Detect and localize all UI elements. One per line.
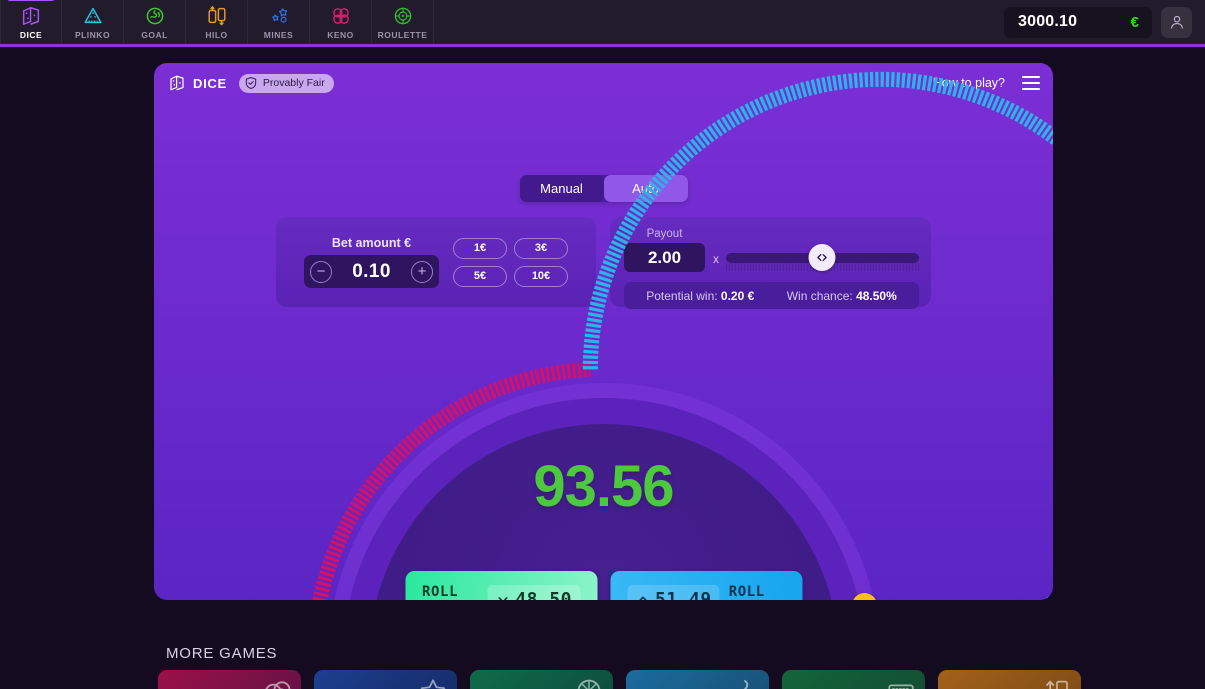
balance-area: 3000.10 € xyxy=(1004,0,1205,44)
goal-icon xyxy=(144,5,166,27)
wheel-icon xyxy=(574,676,604,689)
nav-item-keno[interactable]: KENO xyxy=(310,0,372,44)
keno-icon xyxy=(330,5,352,27)
more-game-card-chart[interactable] xyxy=(626,670,769,689)
upload-icon xyxy=(1042,676,1072,689)
dice-icon xyxy=(168,74,186,92)
provably-fair-badge[interactable]: Provably Fair xyxy=(239,74,334,93)
nav-item-hilo[interactable]: HILO xyxy=(186,0,248,44)
quick-bet-chip-3[interactable]: 3€ xyxy=(514,238,568,259)
payout-slider-knob[interactable] xyxy=(808,244,835,271)
nav-label-goal: GOAL xyxy=(141,30,168,40)
nav-item-goal[interactable]: GOAL xyxy=(124,0,186,44)
roll-over-button[interactable]: 51.49 ROLL OVER xyxy=(610,571,802,600)
dice-icon xyxy=(20,5,42,27)
quick-bet-chips: 1€ 3€ 5€ 10€ xyxy=(453,238,568,287)
payout-value[interactable]: 2.00 xyxy=(624,243,705,272)
mines-icon xyxy=(268,5,290,27)
chart-icon xyxy=(730,676,760,689)
payout-multiplier-symbol: x xyxy=(713,252,719,266)
star-icon xyxy=(418,676,448,689)
nav-label-mines: MINES xyxy=(264,30,293,40)
game-nav-items: DICE PLINKO GOAL xyxy=(0,0,434,44)
tab-manual[interactable]: Manual xyxy=(520,175,604,202)
roll-under-label: ROLL UNDER xyxy=(422,584,478,601)
nav-label-keno: KENO xyxy=(327,30,354,40)
provably-fair-label: Provably Fair xyxy=(263,77,325,89)
potential-win-value: 0.20 € xyxy=(721,289,754,303)
win-chance-label: Win chance: xyxy=(787,289,853,303)
quick-bet-chip-5[interactable]: 5€ xyxy=(453,266,507,287)
more-game-card-wheel[interactable] xyxy=(470,670,613,689)
hamburger-menu-icon[interactable] xyxy=(1022,76,1040,91)
game-title-group: DICE Provably Fair xyxy=(168,74,334,93)
potential-win-stat: Potential win: 0.20 € xyxy=(646,289,754,303)
hilo-icon xyxy=(206,5,228,27)
game-title: DICE xyxy=(193,76,227,91)
roll-under-value-pill: 48.50 xyxy=(487,585,580,600)
nav-label-roulette: ROULETTE xyxy=(378,30,428,40)
nav-item-mines[interactable]: MINES xyxy=(248,0,310,44)
payout-panel: Payout 2.00 x xyxy=(610,217,931,307)
keyboard-icon xyxy=(886,676,916,689)
more-game-card-upload[interactable] xyxy=(938,670,1081,689)
quick-bet-chip-1[interactable]: 1€ xyxy=(453,238,507,259)
chevron-down-icon xyxy=(495,592,510,600)
roll-result-number: 93.56 xyxy=(533,453,673,520)
roll-under-button[interactable]: ROLL UNDER 48.50 xyxy=(405,571,597,600)
payout-value-group: Payout 2.00 xyxy=(624,228,705,272)
roulette-icon xyxy=(392,5,414,27)
nav-spacer xyxy=(434,0,1004,44)
more-game-card-star[interactable] xyxy=(314,670,457,689)
chevron-up-icon xyxy=(635,592,650,600)
top-navigation-bar: DICE PLINKO GOAL xyxy=(0,0,1205,47)
balance-display[interactable]: 3000.10 € xyxy=(1004,7,1152,38)
quick-bet-chip-10[interactable]: 10€ xyxy=(514,266,568,287)
roll-over-value: 51.49 xyxy=(655,589,712,600)
potential-win-label: Potential win: xyxy=(646,289,717,303)
nav-item-roulette[interactable]: ROULETTE xyxy=(372,0,434,44)
bet-amount-stepper: − 0.10 + xyxy=(304,255,439,288)
balance-currency: € xyxy=(1131,14,1139,31)
more-games-row xyxy=(158,670,1081,689)
nav-label-hilo: HILO xyxy=(205,30,227,40)
app-root: DICE PLINKO GOAL xyxy=(0,0,1205,689)
plinko-icon xyxy=(82,5,104,27)
balance-amount: 3000.10 xyxy=(1018,13,1077,31)
roll-under-value: 48.50 xyxy=(515,589,572,600)
bet-amount-panel: Bet amount € − 0.10 + 1€ 3€ 5€ 10€ xyxy=(276,217,596,307)
minus-circle-icon[interactable]: − xyxy=(310,261,332,283)
nav-label-dice: DICE xyxy=(20,30,42,40)
dice-gauge: 93.56 xyxy=(294,349,914,600)
win-chance-stat: Win chance: 48.50% xyxy=(787,289,897,303)
bet-amount-value[interactable]: 0.10 xyxy=(352,261,391,283)
nav-item-dice[interactable]: DICE xyxy=(0,0,62,44)
roll-buttons: ROLL UNDER 48.50 51.49 ROLL OVER xyxy=(405,571,802,600)
user-avatar-icon xyxy=(1168,13,1186,31)
payout-slider[interactable] xyxy=(726,243,919,272)
user-avatar-button[interactable] xyxy=(1161,7,1192,38)
payout-row: Payout 2.00 x xyxy=(624,228,919,272)
bet-amount-group: Bet amount € − 0.10 + xyxy=(304,236,439,288)
dice-pair-icon xyxy=(262,676,292,689)
more-game-card-keyboard[interactable] xyxy=(782,670,925,689)
dice-game-card: DICE Provably Fair How to play? Manual A… xyxy=(154,63,1053,600)
payout-stats: Potential win: 0.20 € Win chance: 48.50% xyxy=(624,282,919,309)
nav-label-plinko: PLINKO xyxy=(75,30,110,40)
left-right-chevrons-icon xyxy=(814,250,829,265)
plus-circle-icon[interactable]: + xyxy=(411,261,433,283)
roll-over-label: ROLL OVER xyxy=(729,584,785,601)
more-game-card-dice-pair[interactable] xyxy=(158,670,301,689)
win-chance-value: 48.50% xyxy=(856,289,897,303)
roll-over-value-pill: 51.49 xyxy=(627,585,720,600)
bet-amount-label: Bet amount € xyxy=(332,236,411,250)
payout-label: Payout xyxy=(647,228,683,240)
more-games-title: MORE GAMES xyxy=(166,645,277,662)
shield-check-icon xyxy=(244,76,258,90)
nav-item-plinko[interactable]: PLINKO xyxy=(62,0,124,44)
